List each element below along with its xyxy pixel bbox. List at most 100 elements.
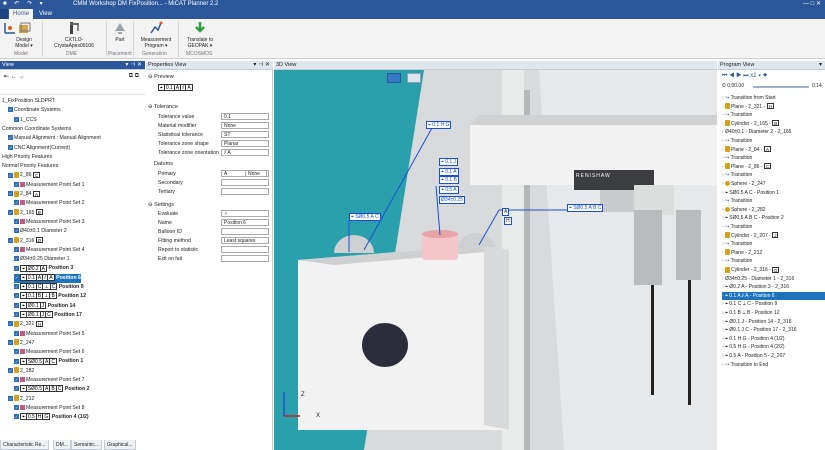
visibility-checkbox[interactable]: ✓ — [14, 312, 19, 318]
tree-item[interactable]: ✓ 2_316 D — [8, 237, 44, 246]
program-step[interactable]: › ⌖ 0.1 C ⊥ C - Position 9 — [722, 300, 825, 309]
tree-item[interactable]: ✓ Manual Alignment : Manual Alignment — [8, 134, 101, 143]
visibility-checkbox[interactable]: ✓ — [14, 200, 19, 206]
tree-item[interactable]: ✓ ⌖ Ø0.1 J C Position 17 — [14, 311, 82, 320]
program-step[interactable]: › ↪ Transition — [722, 154, 825, 163]
file-menu-icon[interactable] — [0, 9, 8, 19]
property-value-secondary[interactable]: None — [245, 170, 267, 177]
tree-item[interactable]: ✓ ⌖ 0.1 C ⊥ C Position 9 — [14, 283, 84, 292]
tree-item[interactable]: ✓ ⌖ SØ0.5 A C Position 1 — [14, 357, 83, 366]
program-step[interactable]: › ↪ Transition — [722, 197, 825, 206]
property-value[interactable] — [221, 255, 269, 262]
measurement-program-button[interactable]: Measurement Program ▾ — [136, 21, 176, 49]
tab-characteristic[interactable]: Characteristic Re... — [0, 440, 49, 450]
properties-panel-controls[interactable]: ▾ ⊣ ✕ — [253, 61, 270, 70]
visibility-checkbox[interactable]: ✓ — [8, 321, 13, 327]
panel-pin-icon[interactable]: ▾ ⊣ ✕ — [125, 61, 142, 70]
tree-item[interactable]: ✓ ⌖ 0.1 B ⊥ B Position 12 — [14, 292, 86, 301]
visibility-checkbox[interactable]: ✓ — [14, 293, 19, 299]
program-step[interactable]: › ⌖ SØ0.5 A B C - Position 2 — [722, 214, 825, 223]
tree-item[interactable]: ✓ 2_321 H — [8, 320, 44, 329]
tree-options-icon[interactable]: ⧉ ⧉ — [129, 73, 139, 80]
program-panel-controls[interactable]: ▾ — [819, 61, 822, 70]
gdt-annotation[interactable]: ⌖ SØ0.5 A B C — [567, 204, 604, 212]
visibility-checkbox[interactable]: ✓ — [14, 116, 19, 122]
program-step[interactable]: › Sphere - 2_282 — [722, 206, 825, 215]
visibility-checkbox[interactable]: ✓ — [14, 246, 19, 252]
visibility-checkbox[interactable]: ✓ — [8, 339, 13, 345]
program-step[interactable]: › ⌖ 0.1 A ⫽ A - Position 6 — [722, 291, 825, 301]
window-controls[interactable]: — □ ✕ — [803, 0, 821, 8]
program-step[interactable]: › ↪ Transition — [722, 257, 825, 266]
visibility-checkbox[interactable]: ✓ — [14, 414, 19, 420]
tree-item[interactable]: ✓ 2_84 A — [8, 190, 41, 199]
visibility-checkbox[interactable]: ✓ — [14, 228, 19, 234]
program-step[interactable]: › ⌖ 0.1 H G - Position 4 (1/2) — [722, 335, 825, 344]
visibility-checkbox[interactable]: ✓ — [8, 107, 13, 113]
gdt-annotation[interactable]: ⌖ 0.1 A — [439, 168, 459, 176]
tab-graphical[interactable]: Graphical... — [104, 440, 136, 450]
property-value[interactable] — [221, 179, 269, 186]
quick-access-toolbar[interactable]: ■ ↶ ↷ ▾ — [3, 0, 46, 8]
tree-item[interactable]: ✓ 2_212 — [8, 395, 34, 404]
tree-item[interactable]: High Priority Features — [2, 153, 52, 162]
tab-home[interactable]: Home — [9, 9, 34, 19]
tree-item[interactable]: ✓ 1_CCS — [14, 116, 37, 125]
program-step[interactable]: › Cylinder - 2_207 - J — [722, 232, 825, 241]
part-button[interactable]: Part — [110, 21, 130, 43]
visibility-checkbox[interactable]: ✓ — [14, 274, 19, 280]
tree-item[interactable]: ✓ ⌖ Ø0.2 A Position 3 — [14, 264, 73, 273]
visibility-checkbox[interactable]: ✓ — [14, 284, 19, 290]
tree-item[interactable]: ✓ Measurement Point Set 2 — [14, 199, 85, 208]
cmm-machine-button[interactable]: CXTLO-CrystaApex09106 — [46, 21, 102, 49]
property-value[interactable] — [221, 246, 269, 253]
property-value[interactable]: ⫽ A — [221, 149, 269, 156]
visibility-checkbox[interactable]: ✓ — [14, 358, 19, 364]
property-value[interactable]: Least squares — [221, 237, 269, 244]
gdt-annotation[interactable]: Ø34±0.25 — [439, 196, 465, 204]
program-step[interactable]: › Plane - 2_86 - C — [722, 163, 825, 172]
gdt-annotation[interactable]: ⌖ 0.1 H G — [426, 121, 452, 129]
gdt-annotation[interactable]: ⌖ 0.1 B — [439, 176, 459, 184]
design-model-button[interactable]: Design Model ▾ — [10, 21, 38, 49]
tree-item[interactable]: ✓ 2_86 C — [8, 171, 41, 180]
playback-timeline[interactable] — [753, 86, 809, 88]
gdt-annotation[interactable]: ⌖ 0.5 A — [439, 186, 459, 194]
visibility-checkbox[interactable]: ✓ — [14, 302, 19, 308]
program-step[interactable]: › ↪ Transition — [722, 111, 825, 120]
program-step[interactable]: › ⌖ 0.5 A - Position 5 - 2_207 — [722, 352, 825, 361]
visibility-checkbox[interactable]: ✓ — [8, 144, 13, 150]
tree-item[interactable]: ✓ Measurement Point Set 3 — [14, 218, 85, 227]
playback-controls[interactable]: ⏮ ◀ ▶ ⏭ x1 ▾ ✦ — [722, 73, 768, 80]
tab-view[interactable]: View — [35, 9, 56, 19]
tree-item[interactable]: ✓ 2_282 — [8, 367, 34, 376]
visibility-checkbox[interactable]: ✓ — [14, 405, 19, 411]
property-value[interactable]: Position 6 — [221, 219, 269, 226]
property-value[interactable]: 0.1 — [221, 113, 269, 120]
program-step[interactable]: › ↪ Transition — [722, 240, 825, 249]
property-value[interactable]: ST — [221, 131, 269, 138]
tree-item[interactable]: Normal Priority Features — [2, 162, 58, 171]
tree-item[interactable]: ✓ Measurement Point Set 4 — [14, 246, 85, 255]
tree-item[interactable]: ✓ Measurement Point Set 5 — [14, 330, 85, 339]
program-step[interactable]: › ↪ Transition — [722, 223, 825, 232]
tree-item[interactable]: Common Coordinate Systems — [2, 125, 71, 134]
tree-item[interactable]: ✓ ⌖ SØ0.5 A B C Position 2 — [14, 385, 90, 394]
program-step[interactable]: › ↪ Transition — [722, 171, 825, 180]
visibility-checkbox[interactable]: ✓ — [14, 256, 19, 262]
tree-item[interactable]: ✓ CNC Alignment(Current) — [8, 144, 70, 153]
visibility-checkbox[interactable]: ✓ — [14, 377, 19, 383]
property-value[interactable] — [221, 228, 269, 235]
visibility-checkbox[interactable]: ✓ — [14, 386, 19, 392]
program-step[interactable]: › ⌖ Ø0.1 J C - Position 17 - 2_316 — [722, 326, 825, 335]
visibility-checkbox[interactable]: ✓ — [8, 172, 13, 178]
program-step[interactable]: › Ø40±0.1 - Diameter 2 - 2_165 — [722, 128, 825, 137]
visibility-checkbox[interactable]: ✓ — [8, 135, 13, 141]
tree-item[interactable]: ✓ Ø34±0.25 Diameter 1 — [14, 255, 70, 264]
3d-viewport[interactable]: 0% ⌖ 0.1 H G⌖ 0.1 J⌖ 0.1 A⌖ 0.1 B⌖ 0.5 A… — [274, 70, 717, 450]
visibility-checkbox[interactable]: ✓ — [8, 209, 13, 215]
property-value[interactable]: Planar — [221, 140, 269, 147]
program-step[interactable]: › Cylinder - 2_316 - D — [722, 266, 825, 275]
tree-item[interactable]: ✓ Coordinate Systems — [8, 106, 61, 115]
tab-dm[interactable]: DM... — [53, 440, 71, 450]
